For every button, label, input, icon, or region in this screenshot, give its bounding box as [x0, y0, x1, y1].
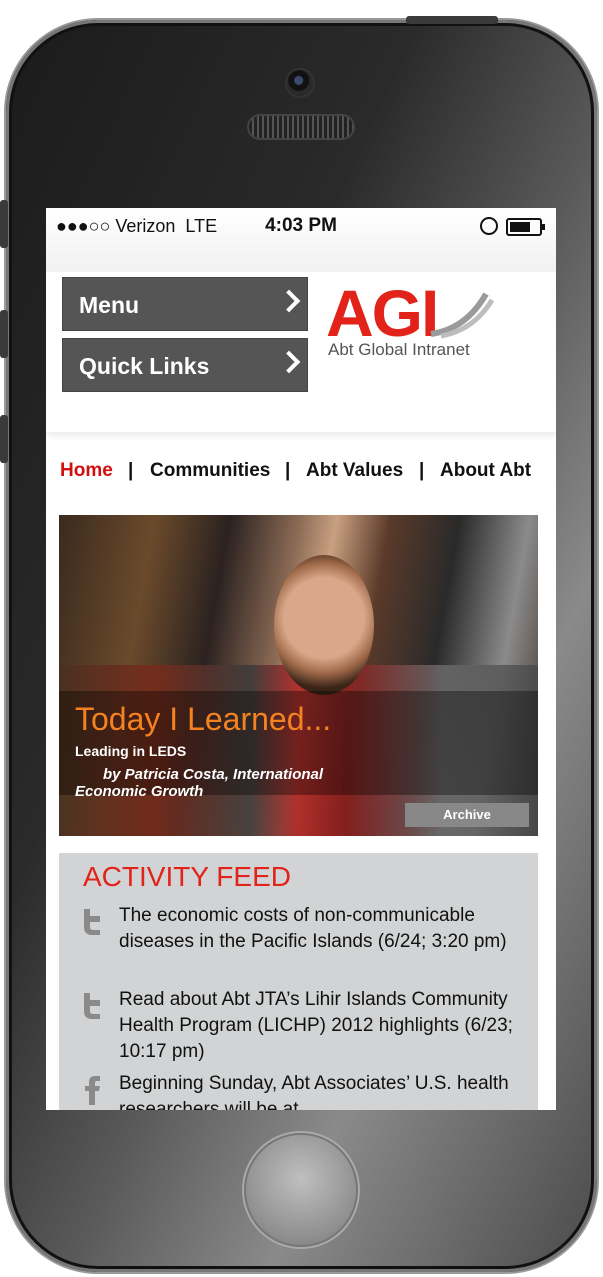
activity-feed-title: ACTIVITY FEED: [83, 861, 291, 892]
phone-screen: ●●●○○ Verizon LTE 4:03 PM Menu Quick Lin…: [46, 208, 556, 1110]
volume-down-button: [0, 415, 8, 463]
activity-feed: ACTIVITY FEED The economic costs of non-…: [59, 853, 538, 1110]
logo-subtitle: Abt Global Intranet: [328, 340, 470, 359]
home-button[interactable]: [244, 1133, 358, 1247]
hero-photo-portrait: [274, 555, 374, 695]
front-camera: [287, 70, 313, 96]
feed-item-text: Read about Abt JTA’s Lihir Islands Commu…: [119, 989, 513, 1062]
facebook-icon: [81, 1075, 103, 1105]
nav-separator: |: [128, 460, 134, 481]
nav-abt-values[interactable]: Abt Values: [306, 460, 403, 482]
top-navigation: Home | Communities | Abt Values | About …: [46, 460, 556, 490]
hero-title: Today I Learned...: [75, 701, 332, 737]
status-bar: ●●●○○ Verizon LTE 4:03 PM: [46, 208, 556, 273]
alarm-icon: [480, 217, 498, 235]
mute-switch: [0, 200, 8, 248]
menu-button[interactable]: Menu: [62, 277, 308, 331]
twitter-icon: [81, 907, 103, 935]
logo-swoosh-icon: [430, 292, 495, 339]
site-header: Menu Quick Links AGI Abt Global Intranet: [46, 272, 556, 432]
nav-home[interactable]: Home: [60, 460, 113, 482]
quick-links-button[interactable]: Quick Links: [62, 338, 308, 392]
feed-item-text: Beginning Sunday, Abt Associates’ U.S. h…: [119, 1073, 509, 1110]
chevron-right-icon: [277, 350, 301, 374]
nav-separator: |: [285, 460, 291, 481]
agi-logo[interactable]: AGI Abt Global Intranet: [326, 280, 496, 360]
logo-text: AGI: [326, 276, 439, 350]
twitter-icon: [81, 991, 103, 1019]
quick-links-button-label: Quick Links: [79, 353, 210, 379]
battery-icon: [506, 218, 545, 236]
menu-button-label: Menu: [79, 292, 140, 318]
volume-up-button: [0, 310, 8, 358]
nav-about-abt[interactable]: About Abt: [440, 460, 531, 482]
hero-byline: by Patricia Costa, International: [103, 766, 324, 783]
hero-subtitle: Leading in LEDS: [75, 743, 187, 759]
feed-item-text: The economic costs of non-communicable d…: [119, 905, 507, 952]
hero-byline-continued: Economic Growth: [75, 783, 204, 800]
earpiece-speaker: [249, 116, 353, 138]
hero-banner[interactable]: Today I Learned... Leading in LEDS by Pa…: [59, 515, 538, 836]
nav-communities[interactable]: Communities: [150, 460, 270, 482]
nav-separator: |: [419, 460, 425, 481]
archive-button[interactable]: Archive: [405, 803, 529, 827]
chevron-right-icon: [277, 289, 301, 313]
power-button: [406, 16, 498, 24]
